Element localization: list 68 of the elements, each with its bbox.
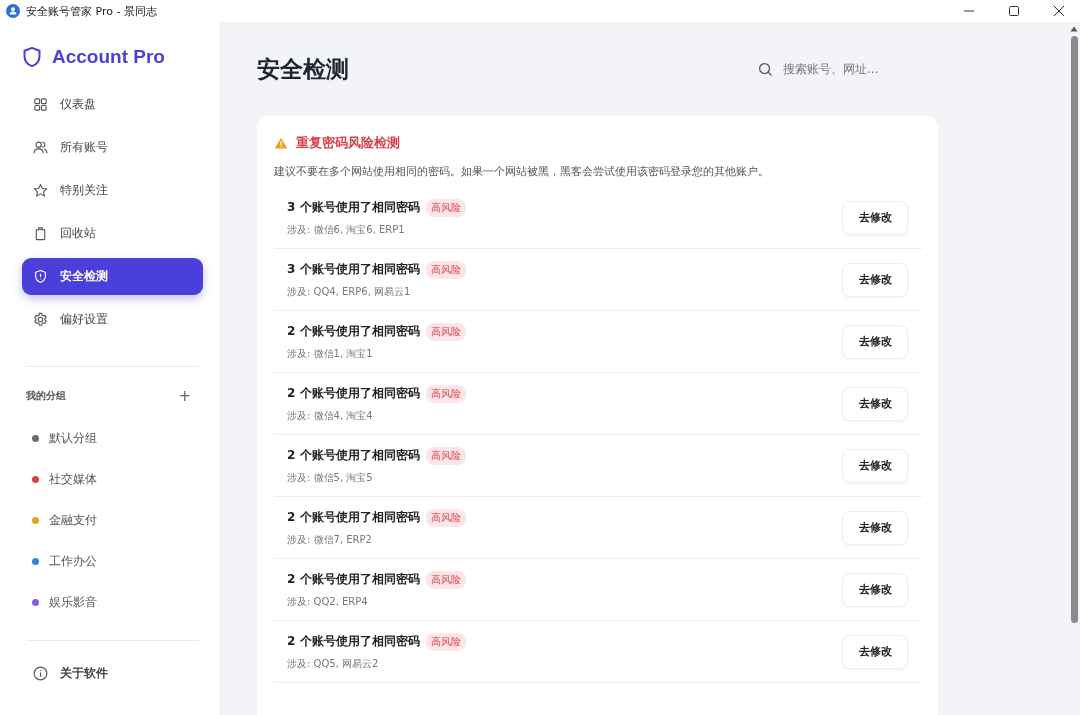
fix-button[interactable]: 去修改 — [842, 510, 908, 545]
scrollbar-thumb[interactable] — [1070, 36, 1078, 623]
close-icon[interactable] — [1053, 5, 1065, 17]
scrollbar[interactable] — [1068, 22, 1080, 715]
row-detail: 涉及: 微信4, 淘宝4 — [287, 408, 374, 423]
fix-button[interactable]: 去修改 — [842, 572, 908, 607]
fix-button[interactable]: 去修改 — [842, 262, 908, 297]
risk-badge: 高风险 — [425, 446, 466, 465]
risk-badge: 高风险 — [425, 632, 466, 651]
sidebar-item[interactable]: 关于软件 — [22, 655, 203, 692]
fix-button[interactable]: 去修改 — [842, 386, 908, 421]
row-detail: 涉及: 微信6, 淘宝6, ERP1 — [287, 222, 406, 237]
add-group-button[interactable]: + — [174, 387, 203, 405]
group-item[interactable]: 工作办公 — [22, 546, 203, 577]
group-item[interactable]: 社交媒体 — [22, 464, 203, 495]
group-item[interactable]: 金融支付 — [22, 505, 203, 536]
row-title: 2 个账号使用了相同密码 — [287, 385, 420, 402]
description-text: 建议不要在多个网站使用相同的密码。如果一个网站被黑，黑客会尝试使用该密码登录您的其他账户。 — [274, 164, 770, 179]
search-icon — [758, 61, 773, 77]
row-title: 2 个账号使用了相同密码 — [287, 447, 420, 464]
app-logo-text: Account Pro — [52, 46, 165, 68]
row-detail: 涉及: 微信1, 淘宝1 — [287, 346, 374, 361]
warning-icon — [274, 137, 288, 149]
window-title: 安全账号管家 Pro - 景同志 — [26, 3, 157, 19]
sidebar-item[interactable]: 特别关注 — [22, 172, 203, 209]
risk-badge: 高风险 — [425, 570, 466, 589]
group-item[interactable]: 娱乐影音 — [22, 587, 203, 618]
star-icon — [33, 183, 48, 198]
row-title: 2 个账号使用了相同密码 — [287, 509, 420, 526]
group-item[interactable]: 默认分组 — [22, 423, 203, 454]
fix-button[interactable]: 去修改 — [842, 448, 908, 483]
risk-badge: 高风险 — [425, 384, 466, 403]
grid-icon — [33, 97, 48, 112]
row-title: 2 个账号使用了相同密码 — [287, 323, 420, 340]
shield-icon — [33, 269, 48, 284]
row-detail: 涉及: QQ2, ERP4 — [287, 594, 369, 609]
section-title: 我的分组 — [26, 389, 66, 403]
search-field[interactable]: 搜索账号、网址... — [783, 62, 933, 76]
row-title: 3 个账号使用了相同密码 — [287, 261, 420, 278]
users-icon — [33, 140, 48, 155]
risk-badge: 高风险 — [425, 322, 466, 341]
shield-icon — [22, 45, 42, 69]
fix-button[interactable]: 去修改 — [842, 324, 908, 359]
maximize-icon[interactable] — [1008, 5, 1020, 17]
sidebar-item[interactable]: 偏好设置 — [22, 301, 203, 338]
row-detail: 涉及: 微信7, ERP2 — [287, 532, 373, 547]
info-icon — [33, 666, 48, 681]
row-title: 2 个账号使用了相同密码 — [287, 571, 420, 588]
scroll-up-icon[interactable] — [1070, 26, 1078, 32]
app-icon — [6, 4, 20, 18]
row-detail: 涉及: 微信5, 淘宝5 — [287, 470, 374, 485]
row-title: 2 个账号使用了相同密码 — [287, 633, 420, 650]
row-title: 3 个账号使用了相同密码 — [287, 199, 420, 216]
sidebar-item[interactable]: 回收站 — [22, 215, 203, 252]
row-detail: 涉及: QQ4, ERP6, 网易云1 — [287, 284, 412, 299]
row-detail: 涉及: QQ5, 网易云2 — [287, 656, 380, 671]
risk-badge: 高风险 — [425, 260, 466, 279]
trash-icon — [33, 226, 48, 241]
page-title: 安全检测 — [257, 54, 349, 84]
risk-badge: 高风险 — [425, 198, 466, 217]
sidebar-item[interactable]: 仪表盘 — [22, 86, 203, 123]
gear-icon — [33, 312, 48, 327]
risk-badge: 高风险 — [425, 508, 466, 527]
card-title: 重复密码风险检测 — [296, 134, 400, 152]
fix-button[interactable]: 去修改 — [842, 634, 908, 669]
sidebar-item[interactable]: 安全检测 — [22, 258, 203, 295]
fix-button[interactable]: 去修改 — [842, 200, 908, 235]
sidebar-item[interactable]: 所有账号 — [22, 129, 203, 166]
